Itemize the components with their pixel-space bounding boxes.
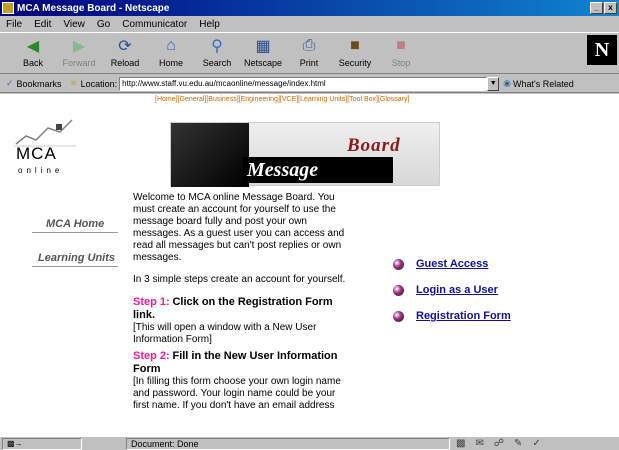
- guest-access-link[interactable]: Guest Access: [416, 258, 488, 270]
- home-button[interactable]: ⌂ Home: [148, 33, 194, 73]
- login-item: Login as a User: [393, 283, 511, 297]
- reload-icon: ⟳: [118, 38, 132, 55]
- back-arrow-icon: ◀: [26, 38, 40, 55]
- stop-button[interactable]: ■ Stop: [378, 33, 424, 73]
- welcome-text-block: Welcome to MCA online Message Board. You…: [133, 192, 347, 412]
- forward-button[interactable]: ▶ Forward: [56, 33, 102, 73]
- security-icon: ■: [350, 37, 360, 54]
- bullet-ball-icon: [393, 258, 404, 270]
- menu-communicator[interactable]: Communicator: [120, 19, 189, 30]
- mca-home-link[interactable]: MCA Home: [46, 218, 104, 230]
- welcome-paragraph: Welcome to MCA online Message Board. You…: [133, 192, 345, 263]
- url-dropdown-icon[interactable]: ▼: [487, 76, 500, 91]
- component-bar: ▩ ✉ ☍ ✎ ✓: [456, 438, 541, 449]
- forward-arrow-icon: ▶: [72, 38, 86, 55]
- security-button[interactable]: ■ Security: [332, 33, 378, 73]
- netscape-logo: N: [587, 35, 617, 65]
- step-1-label: Step 1:: [133, 296, 170, 308]
- steps-intro: In 3 simple steps create an account for …: [133, 274, 346, 285]
- home-icon: ⌂: [166, 37, 176, 54]
- step-2-note: [In filling this form choose your own lo…: [133, 376, 341, 411]
- mca-online-logo: MCA online: [14, 116, 76, 176]
- menu-edit[interactable]: Edit: [32, 19, 53, 30]
- status-bar: ▩→ Document: Done ▩ ✉ ☍ ✎ ✓: [0, 436, 619, 450]
- netscape-app-icon: [2, 2, 14, 14]
- registration-form-link[interactable]: Registration Form: [416, 310, 511, 322]
- window-title-bar: MCA Message Board - Netscape _ x: [0, 0, 619, 16]
- step-2: Step 2: Fill in the New User Information…: [133, 350, 347, 412]
- divider: [32, 232, 118, 233]
- navigator-icon[interactable]: ▩: [456, 438, 465, 449]
- step-2-label: Step 2:: [133, 350, 170, 362]
- menu-go[interactable]: Go: [95, 19, 112, 30]
- stop-icon: ■: [396, 37, 406, 54]
- page-content: [Home][General][Business][Engineering][V…: [0, 94, 619, 436]
- action-links: Guest Access Login as a User Registratio…: [393, 257, 511, 335]
- learning-units-link[interactable]: Learning Units: [38, 252, 115, 264]
- composer-icon[interactable]: ✎: [514, 438, 522, 449]
- discussion-icon[interactable]: ☍: [494, 438, 504, 449]
- logo-online-text: online: [18, 166, 64, 175]
- security-status-icon[interactable]: ▩→: [2, 437, 82, 450]
- print-button[interactable]: ⎙ Print: [286, 33, 332, 73]
- search-button[interactable]: ⚲ Search: [194, 33, 240, 73]
- banner-photo: [171, 123, 249, 187]
- location-icon: ⚛: [69, 78, 78, 88]
- message-board-banner: Message Board: [170, 122, 440, 187]
- guest-access-item: Guest Access: [393, 257, 511, 271]
- whats-related-icon: ◉: [503, 78, 512, 88]
- check-icon[interactable]: ✓: [532, 438, 540, 449]
- print-icon: ⎙: [302, 37, 316, 54]
- reload-button[interactable]: ⟳ Reload: [102, 33, 148, 73]
- banner-board-text: Board: [347, 135, 401, 156]
- login-as-user-link[interactable]: Login as a User: [416, 284, 498, 296]
- navigation-toolbar: ◀ Back ▶ Forward ⟳ Reload ⌂ Home ⚲ Searc…: [0, 32, 619, 74]
- registration-item: Registration Form: [393, 309, 511, 323]
- bookmarks-button[interactable]: ✓ Bookmarks: [6, 78, 62, 89]
- back-button[interactable]: ◀ Back: [10, 33, 56, 73]
- bookmark-icon: ✓: [6, 78, 14, 88]
- close-button[interactable]: x: [604, 2, 617, 14]
- url-field[interactable]: [119, 76, 488, 91]
- banner-message-text: Message: [243, 157, 393, 183]
- bullet-ball-icon: [393, 284, 404, 296]
- site-nav-links[interactable]: [Home][General][Business][Engineering][V…: [155, 96, 409, 103]
- whats-related-button[interactable]: What's Related: [513, 79, 574, 89]
- step-1: Step 1: Click on the Registration Form l…: [133, 296, 347, 346]
- netscape-button[interactable]: ▦ Netscape: [240, 33, 286, 73]
- bullet-ball-icon: [393, 310, 404, 322]
- location-label: ⚛ Location:: [69, 78, 118, 89]
- divider: [32, 266, 118, 267]
- menu-bar: File Edit View Go Communicator Help: [0, 16, 619, 32]
- mail-icon[interactable]: ✉: [475, 438, 483, 449]
- status-text: Document: Done: [126, 437, 450, 450]
- step-1-note: [This will open a window with a New User…: [133, 322, 317, 345]
- window-title: MCA Message Board - Netscape: [17, 2, 170, 14]
- search-icon: ⚲: [211, 38, 223, 55]
- location-bar: ✓ Bookmarks ⚛ Location: ▼ ◉ What's Relat…: [0, 75, 619, 93]
- logo-mca-text: MCA: [16, 144, 57, 163]
- netscape-icon: ▦: [255, 38, 271, 55]
- menu-view[interactable]: View: [61, 19, 87, 30]
- menu-file[interactable]: File: [4, 19, 24, 30]
- menu-help[interactable]: Help: [197, 19, 222, 30]
- minimize-button[interactable]: _: [590, 2, 603, 14]
